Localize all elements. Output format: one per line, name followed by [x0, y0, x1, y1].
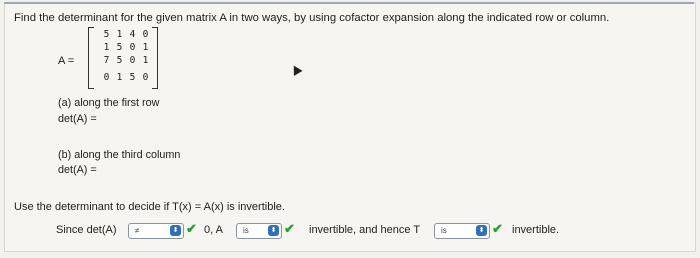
dropdown-arrow-icon[interactable]: ⬍	[268, 225, 279, 236]
A-invertible-dropdown[interactable]: is ⬍	[236, 223, 282, 239]
dropdown-value: ≠	[135, 226, 140, 235]
matrix-left-bracket	[88, 27, 94, 89]
dropdown-value: is	[243, 226, 249, 235]
matrix-label: A =	[58, 55, 75, 67]
matrix-cell: 1	[142, 55, 149, 66]
matrix-row-2: 1501	[100, 42, 156, 54]
part-b-det-label: det(A) =	[58, 164, 97, 176]
matrix-row-1: 5140	[100, 29, 156, 41]
matrix-cell: 1	[116, 72, 123, 83]
matrix-row-4: 0150	[100, 72, 156, 84]
middle-text: invertible, and hence T	[309, 224, 421, 236]
matrix-cell: 7	[103, 55, 110, 66]
since-label: Since det(A)	[56, 224, 117, 236]
part-b-label: (b) along the third column	[58, 149, 181, 161]
T-invertible-dropdown[interactable]: is ⬍	[434, 223, 490, 239]
matrix-cell: 1	[142, 42, 149, 53]
dropdown-arrow-icon[interactable]: ⬍	[170, 225, 181, 236]
matrix-cell: 4	[129, 29, 136, 40]
matrix-cell: 5	[103, 29, 110, 40]
matrix-cell: 5	[116, 42, 123, 53]
matrix-cell: 0	[103, 72, 110, 83]
matrix-cell: 5	[129, 72, 136, 83]
part-a-det-label: det(A) =	[58, 113, 97, 125]
dropdown-value: is	[441, 226, 447, 235]
matrix-cell: 0	[129, 55, 136, 66]
check-icon: ✔	[186, 221, 197, 236]
question-prompt: Find the determinant for the given matri…	[14, 12, 610, 24]
end-text: invertible.	[512, 224, 560, 236]
check-icon: ✔	[492, 221, 503, 236]
zero-text: 0, A	[204, 224, 223, 236]
top-rule	[4, 2, 694, 4]
dropdown-arrow-icon[interactable]: ⬍	[476, 225, 487, 236]
matrix-cell: 5	[116, 55, 123, 66]
invertible-prompt: Use the determinant to decide if T(x) = …	[14, 201, 285, 213]
matrix-cell: 1	[116, 29, 123, 40]
matrix-A: 5140 1501 7501 0150	[88, 27, 160, 89]
det-comparison-dropdown[interactable]: ≠ ⬍	[128, 223, 184, 239]
matrix-cell: 0	[142, 29, 149, 40]
matrix-cell: 0	[129, 42, 136, 53]
check-icon: ✔	[284, 221, 295, 236]
matrix-cell: 1	[103, 42, 110, 53]
part-a-label: (a) along the first row	[58, 97, 160, 109]
matrix-row-3: 7501	[100, 55, 156, 67]
matrix-cell: 0	[142, 72, 149, 83]
